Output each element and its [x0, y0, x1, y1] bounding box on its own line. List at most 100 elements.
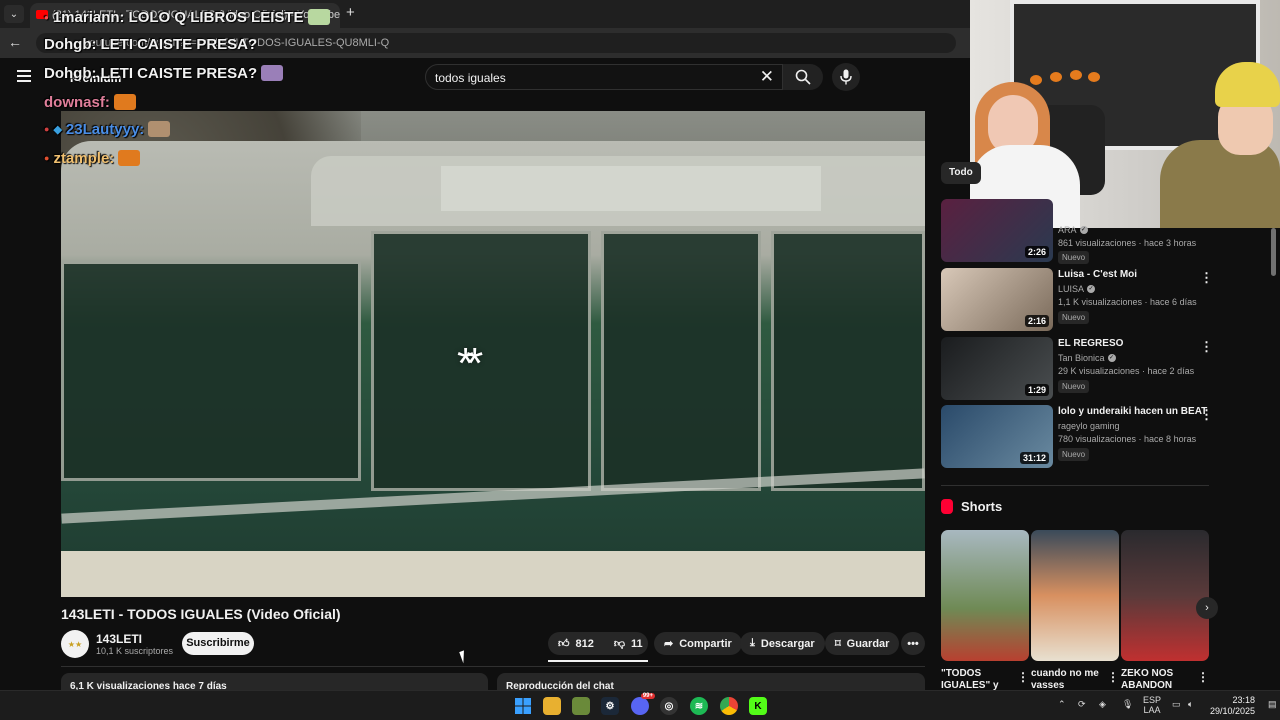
video-road	[61, 551, 925, 597]
more-vertical-icon[interactable]: ⋮	[1200, 339, 1213, 355]
video-player[interactable]: **	[61, 111, 925, 597]
short-item[interactable]: "TODOS IGUALES" y ⋮	[941, 530, 1029, 692]
share-button[interactable]: ➦ Compartir	[654, 632, 742, 655]
like-count[interactable]: 812	[576, 638, 594, 650]
shield-icon[interactable]: ◈	[1099, 699, 1106, 710]
channel-avatar[interactable]: ★★	[61, 630, 89, 658]
channel-name[interactable]: Tan Bionica	[1058, 353, 1105, 363]
search-input[interactable]: todos iguales	[435, 71, 506, 85]
save-button[interactable]: ⌑ Guardar	[825, 632, 900, 655]
channel-name[interactable]: 143LETI	[96, 632, 142, 646]
new-tab-button[interactable]: +	[346, 4, 355, 21]
video-thumbnail[interactable]: 31:12	[941, 405, 1053, 468]
system-clock[interactable]: 23:18 29/10/2025	[1210, 695, 1255, 717]
more-vertical-icon[interactable]: ⋮	[1017, 670, 1029, 684]
short-title[interactable]: ZEKO NOS ABANDON	[1121, 668, 1197, 692]
video-meta: 861 visualizaciones · hace 3 horas	[1058, 238, 1197, 248]
verified-icon: ✓	[1107, 354, 1116, 362]
download-button[interactable]: ⤓ Descargar	[740, 632, 825, 655]
shorts-next-arrow-icon[interactable]: ›	[1196, 597, 1218, 619]
more-vertical-icon[interactable]: ⋮	[1197, 670, 1209, 684]
discord-icon[interactable]: 99+	[631, 693, 655, 715]
shorts-header: Shorts	[941, 499, 1002, 514]
channel-name[interactable]: ARA	[1058, 225, 1077, 235]
spotify-icon[interactable]: ≋	[690, 697, 708, 715]
steam-icon[interactable]: ⚙	[601, 697, 619, 715]
recommendation-item[interactable]: 1:29 EL REGRESO Tan Bionica ✓ 29 K visual…	[941, 337, 1213, 401]
language-indicator[interactable]: ESP LAA	[1143, 695, 1161, 715]
obs-icon[interactable]: ◎	[660, 697, 678, 715]
short-thumbnail[interactable]	[1031, 530, 1119, 661]
chat-user: 1mariann:	[52, 8, 125, 26]
menu-icon[interactable]	[17, 70, 31, 82]
like-icon[interactable]: 👍︎	[558, 637, 570, 650]
discord-badge: 99+	[640, 693, 655, 699]
wizard-emote-icon	[261, 65, 284, 81]
frog-emote-icon	[307, 9, 330, 25]
tab-search-button[interactable]: ⌄	[4, 5, 24, 23]
tray-overflow-icon[interactable]: ⌃	[1058, 699, 1066, 710]
back-arrow-icon[interactable]: ←	[8, 34, 22, 50]
subscribe-button[interactable]: Suscribirme	[182, 632, 254, 655]
like-ratio-bar	[548, 660, 648, 662]
sync-icon[interactable]: ⟳	[1078, 699, 1086, 710]
like-dislike-group: 👍︎ 812 👎︎ 11	[548, 632, 648, 655]
video-thumbnail[interactable]: 2:26	[941, 199, 1053, 262]
video-thumbnail[interactable]: 1:29	[941, 337, 1053, 400]
short-thumbnail[interactable]	[941, 530, 1029, 661]
dislike-icon[interactable]: 👎︎	[614, 637, 625, 650]
video-logo-stars: **	[457, 339, 483, 388]
video-title[interactable]: lolo y underaiki hacen un BEAT	[1058, 406, 1207, 417]
face-emote-icon	[148, 121, 171, 137]
video-title[interactable]: Luisa - C'est Moi	[1058, 269, 1137, 280]
dislike-count[interactable]: 11	[631, 638, 643, 650]
more-actions-button[interactable]: •••	[901, 632, 925, 655]
video-thumbnail[interactable]: 2:16	[941, 268, 1053, 331]
recommendation-item[interactable]: 31:12 lolo y underaiki hacen un BEAT rag…	[941, 405, 1213, 469]
kick-icon[interactable]: K	[749, 697, 767, 715]
download-icon: ⤓	[750, 637, 755, 649]
short-thumbnail[interactable]	[1121, 530, 1209, 661]
new-badge: Nuevo	[1058, 311, 1090, 324]
new-badge: Nuevo	[1058, 380, 1090, 393]
verified-icon: ✓	[1087, 285, 1096, 293]
minecraft-icon[interactable]	[572, 697, 590, 715]
chat-text: LETI CAISTE PRESA?	[100, 35, 258, 53]
filter-chip-all[interactable]: Todo	[941, 162, 981, 184]
chrome-icon[interactable]	[720, 697, 738, 715]
volume-icon[interactable]: 🔈︎	[1188, 699, 1193, 710]
shorts-icon	[941, 499, 953, 514]
channel-name[interactable]: rageylo gaming	[1058, 421, 1120, 431]
short-item[interactable]: cuando no me vasses ⋮	[1031, 530, 1119, 692]
voice-search-button[interactable]	[832, 63, 860, 91]
video-meta: 1,1 K visualizaciones · hace 6 días	[1058, 297, 1197, 307]
pumpkin-decoration-icon	[1030, 75, 1042, 85]
more-vertical-icon[interactable]: ⋮	[1200, 407, 1213, 423]
chat-user: Dohgb:	[44, 35, 97, 53]
mouse-cursor	[459, 648, 473, 664]
sidebar-scrollbar[interactable]	[1271, 228, 1276, 276]
search-button[interactable]	[783, 64, 823, 90]
channel-name[interactable]: LUISA	[1058, 284, 1084, 294]
chat-user: downasf:	[44, 93, 110, 111]
channel-subscribers: 10,1 K suscriptores	[96, 646, 174, 656]
clear-search-icon[interactable]: ✕	[760, 67, 774, 87]
short-title[interactable]: "TODOS IGUALES" y	[941, 668, 1017, 692]
recommendation-item[interactable]: 2:16 Luisa - C'est Moi LUISA ✓ 1,1 K visu…	[941, 268, 1213, 332]
network-icon[interactable]: ▭	[1172, 699, 1181, 710]
search-box[interactable]: todos iguales ✕	[425, 64, 783, 90]
more-vertical-icon[interactable]: ⋮	[1200, 270, 1213, 286]
microphone-tray-icon[interactable]: 🎙︎	[1122, 699, 1133, 710]
windows-start-icon[interactable]	[514, 697, 532, 715]
bookmark-icon: ⌑	[835, 638, 841, 650]
recommendation-item[interactable]: 2:26 ARA ✓ 861 visualizaciones · hace 3 h…	[941, 199, 1211, 264]
file-explorer-icon[interactable]	[543, 697, 561, 715]
more-vertical-icon[interactable]: ⋮	[1107, 670, 1119, 684]
chat-text: LETI CAISTE PRESA?	[100, 64, 258, 82]
video-title[interactable]: EL REGRESO	[1058, 338, 1123, 349]
windows-taskbar: ⚙ 99+ ◎ ≋ K ⌃ ⟳ ◈ 🎙︎ ESP LAA ▭ 🔈︎ 23:18 …	[0, 690, 1280, 720]
new-badge: Nuevo	[1058, 448, 1090, 461]
chat-message: downasf:	[44, 90, 136, 114]
short-title[interactable]: cuando no me vasses	[1031, 668, 1107, 692]
notifications-icon[interactable]: ▤	[1268, 699, 1277, 710]
